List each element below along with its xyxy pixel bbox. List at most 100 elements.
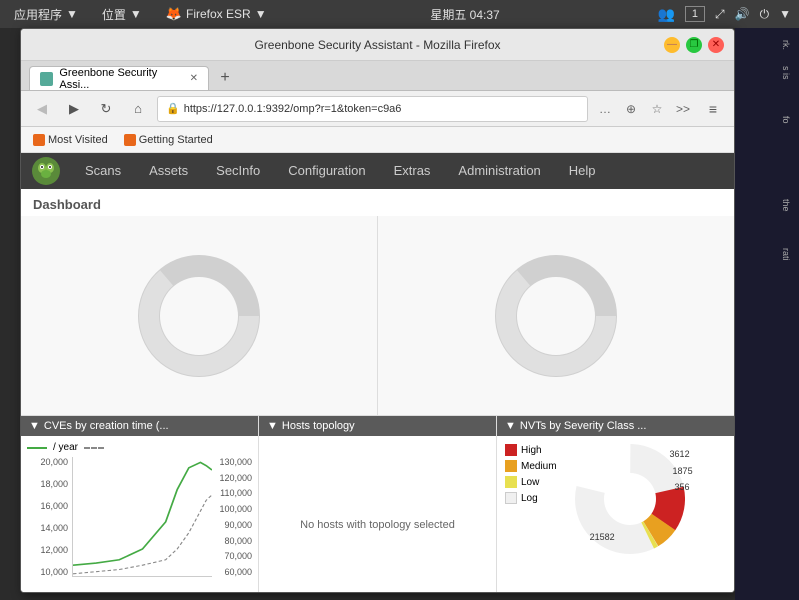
nvts-panel-body: High Medium Low xyxy=(497,436,734,593)
nav-extras[interactable]: Extras xyxy=(380,153,445,189)
greenbone-menu: Scans Assets SecInfo Configuration Extra… xyxy=(71,153,610,189)
datetime: 星期五 04:37 xyxy=(430,6,499,23)
browser-launcher[interactable]: 🦊 Firefox ESR ▼ xyxy=(160,4,273,24)
back-button[interactable]: ◀ xyxy=(29,96,55,122)
reload-button[interactable]: ↻ xyxy=(93,96,119,122)
browser-tab-active[interactable]: Greenbone Security Assi... ✕ xyxy=(29,66,209,90)
nvts-panel: ▼ NVTs by Severity Class ... High xyxy=(497,416,734,593)
lock-icon: 🔒 xyxy=(166,102,180,115)
desktop-text-1: rk. xyxy=(739,36,795,54)
y-axis-left: 20,000 18,000 16,000 14,000 12,000 10,00… xyxy=(27,457,72,577)
window-controls: — ❐ ✕ xyxy=(664,37,724,53)
medium-label: Medium xyxy=(521,461,557,472)
logo-svg xyxy=(31,156,61,186)
menu-button[interactable]: ≡ xyxy=(700,96,726,122)
nvt-legend: High Medium Low xyxy=(505,444,557,504)
legend-low: Low xyxy=(505,476,557,488)
nav-help[interactable]: Help xyxy=(555,153,610,189)
y-axis-right: 130,000 120,000 110,000 100,000 90,000 8… xyxy=(212,457,252,577)
cve-header-arrow: ▼ xyxy=(29,420,40,432)
expand-button[interactable]: >> xyxy=(672,98,694,120)
power-icon: ⏻ xyxy=(760,7,770,22)
workspace-indicator[interactable]: 1 xyxy=(685,6,705,22)
hosts-empty-message: No hosts with topology selected xyxy=(259,436,496,593)
bookmark-getting-started[interactable]: Getting Started xyxy=(120,132,217,148)
chart-plot xyxy=(72,457,212,577)
bottom-panels: ▼ CVEs by creation time (... / year xyxy=(21,416,734,593)
left-donut-svg xyxy=(134,251,264,381)
greenbone-navbar: Scans Assets SecInfo Configuration Extra… xyxy=(21,153,734,189)
dashboard-title: Dashboard xyxy=(21,189,734,216)
app-menu[interactable]: 应用程序 ▼ xyxy=(8,4,84,25)
legend-high: High xyxy=(505,444,557,456)
right-donut-svg xyxy=(491,251,621,381)
donut-chart-left xyxy=(21,216,378,415)
most-visited-favicon xyxy=(33,134,45,146)
firefox-icon: 🦊 xyxy=(166,6,182,22)
star-button[interactable]: ☆ xyxy=(646,98,668,120)
donut-chart-right xyxy=(378,216,734,415)
label-356: 356 xyxy=(675,482,690,492)
cve-chart-area: / year 20,000 18,000 16,000 14,000 12,00… xyxy=(21,436,258,593)
browser-title: Greenbone Security Assistant - Mozilla F… xyxy=(91,38,664,52)
log-label: Log xyxy=(521,493,538,504)
tab-close-button[interactable]: ✕ xyxy=(190,73,198,84)
nvt-content: High Medium Low xyxy=(497,436,734,565)
legend-line-year xyxy=(27,447,47,449)
nvts-header-title: NVTs by Severity Class ... xyxy=(520,420,647,432)
log-color xyxy=(505,492,517,504)
position-menu-arrow: ▼ xyxy=(130,7,142,21)
browser-menu-arrow: ▼ xyxy=(255,7,267,21)
url-text: https://127.0.0.1:9392/omp?r=1&token=c9a… xyxy=(184,103,579,115)
cve-panel: ▼ CVEs by creation time (... / year xyxy=(21,416,259,593)
url-bar[interactable]: 🔒 https://127.0.0.1:9392/omp?r=1&token=c… xyxy=(157,96,588,122)
desktop-text-4: the xyxy=(739,195,795,216)
close-button[interactable]: ✕ xyxy=(708,37,724,53)
high-color xyxy=(505,444,517,456)
more-button[interactable]: … xyxy=(594,98,616,120)
donut-charts-row xyxy=(21,216,734,416)
position-menu[interactable]: 位置 ▼ xyxy=(96,4,148,25)
line-chart-svg xyxy=(73,457,212,576)
minimize-button[interactable]: — xyxy=(664,37,680,53)
tab-label: Greenbone Security Assi... xyxy=(59,67,183,91)
settings-arrow: ▼ xyxy=(779,7,791,21)
nav-administration[interactable]: Administration xyxy=(444,153,554,189)
legend-dash xyxy=(84,447,104,449)
resize-icon: ⤢ xyxy=(715,7,725,22)
getting-started-favicon xyxy=(124,134,136,146)
low-color xyxy=(505,476,517,488)
desktop-text-3: fo xyxy=(739,112,795,128)
bookmark-most-visited[interactable]: Most Visited xyxy=(29,132,112,148)
low-label: Low xyxy=(521,477,539,488)
dashboard: Dashboard xyxy=(21,189,734,593)
hosts-header-arrow: ▼ xyxy=(267,420,278,432)
hosts-panel-body: No hosts with topology selected xyxy=(259,436,496,593)
high-label: High xyxy=(521,445,542,456)
nvts-panel-header: ▼ NVTs by Severity Class ... xyxy=(497,416,734,436)
nav-scans[interactable]: Scans xyxy=(71,153,135,189)
bookmarks-bar: Most Visited Getting Started xyxy=(21,127,734,153)
nav-secinfo[interactable]: SecInfo xyxy=(202,153,274,189)
greenbone-logo[interactable] xyxy=(21,153,71,189)
legend-log: Log xyxy=(505,492,557,504)
new-tab-button[interactable]: + xyxy=(213,66,237,90)
left-donut xyxy=(134,251,264,381)
donut-hole xyxy=(604,473,656,525)
forward-button[interactable]: ▶ xyxy=(61,96,87,122)
nav-bar: ◀ ▶ ↻ ⌂ 🔒 https://127.0.0.1:9392/omp?r=1… xyxy=(21,91,734,127)
medium-color xyxy=(505,460,517,472)
hosts-panel: ▼ Hosts topology No hosts with topology … xyxy=(259,416,497,593)
nav-configuration[interactable]: Configuration xyxy=(274,153,379,189)
bookmark-button[interactable]: ⊕ xyxy=(620,98,642,120)
maximize-button[interactable]: ❐ xyxy=(686,37,702,53)
home-button[interactable]: ⌂ xyxy=(125,96,151,122)
cve-panel-body: / year 20,000 18,000 16,000 14,000 12,00… xyxy=(21,436,258,593)
tab-favicon xyxy=(40,72,53,86)
desktop-side-panel: rk. s is fo the rati xyxy=(735,28,799,600)
label-3612: 3612 xyxy=(670,449,690,459)
getting-started-label: Getting Started xyxy=(139,134,213,146)
desktop-text-5: rati xyxy=(739,244,795,265)
app-menu-arrow: ▼ xyxy=(66,7,78,21)
nav-assets[interactable]: Assets xyxy=(135,153,202,189)
